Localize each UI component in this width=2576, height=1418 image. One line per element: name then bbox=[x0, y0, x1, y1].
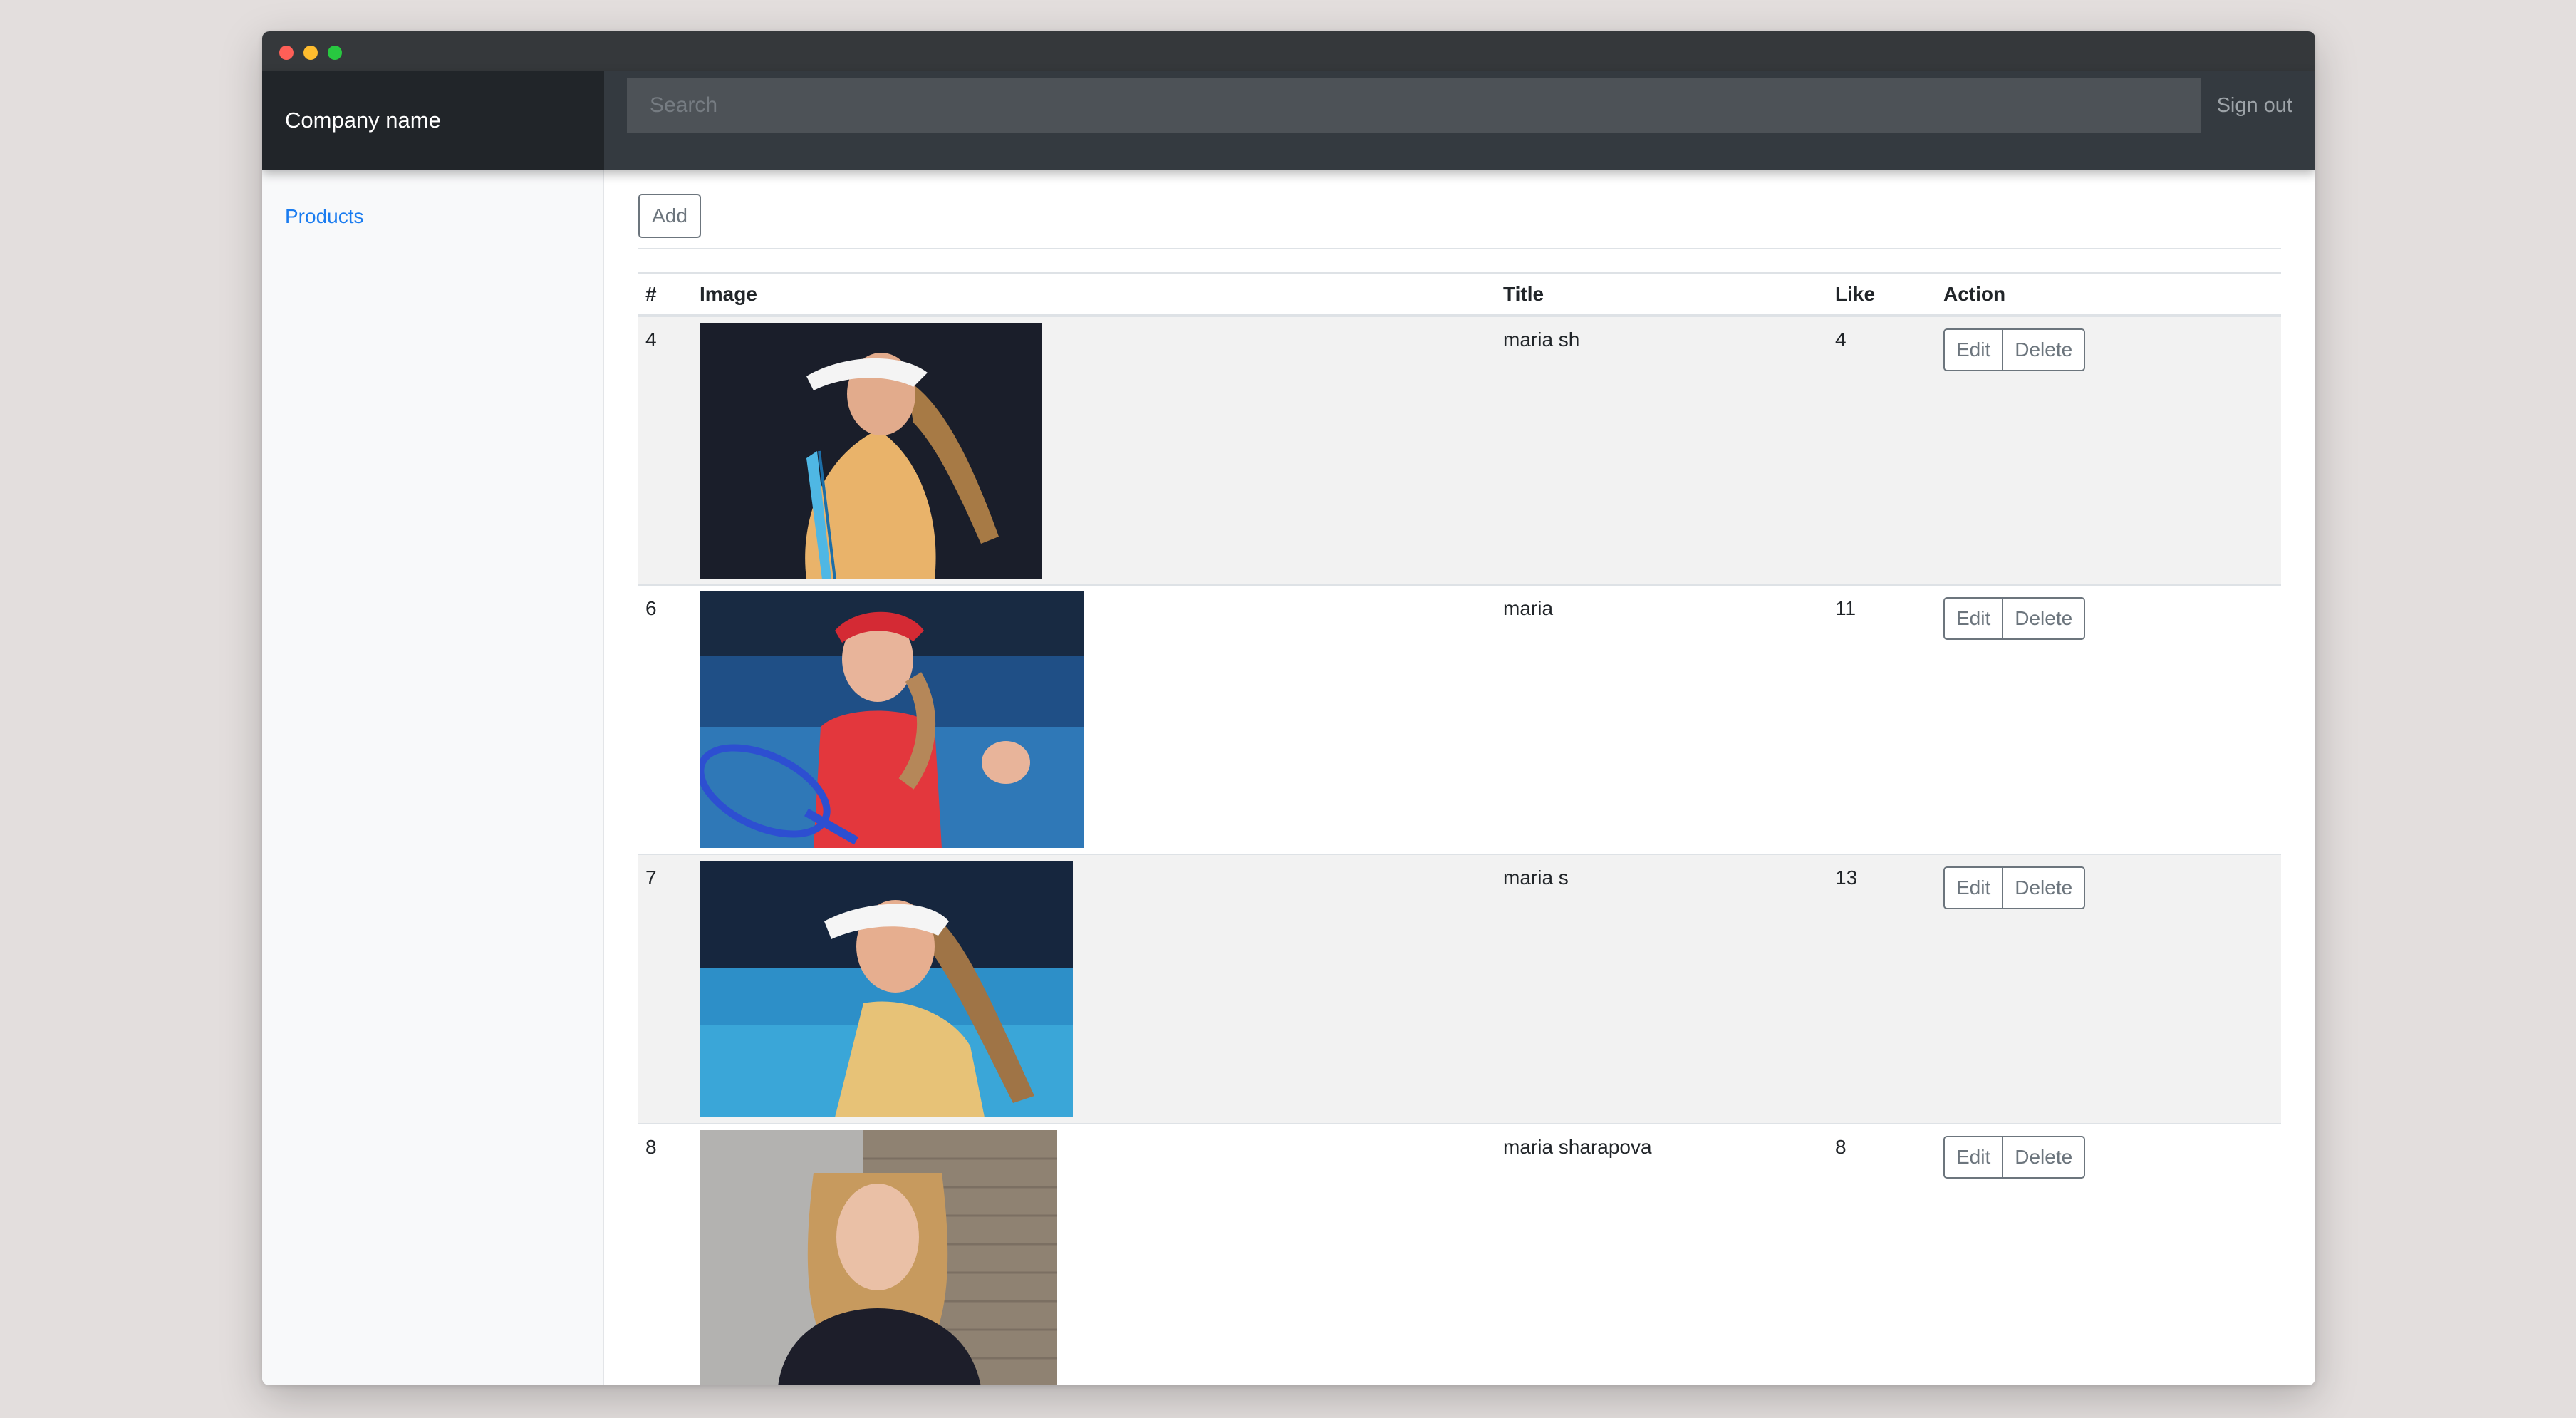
row-like: 11 bbox=[1828, 584, 1936, 854]
edit-button[interactable]: Edit bbox=[1943, 866, 2004, 909]
row-actions: Edit Delete bbox=[1943, 328, 2086, 371]
row-like: 8 bbox=[1828, 1123, 1936, 1385]
header-action: Action bbox=[1936, 272, 2281, 317]
row-id: 8 bbox=[638, 1123, 692, 1385]
browser-window: Company name Sign out Products Add # Ima… bbox=[262, 31, 2315, 1385]
row-title: maria sh bbox=[1496, 315, 1828, 585]
sidebar: Products bbox=[262, 170, 604, 1385]
close-window-icon[interactable] bbox=[279, 46, 294, 60]
main-content: Add # Image Title Like Action 4 maria sh… bbox=[638, 170, 2281, 1385]
row-id: 4 bbox=[638, 315, 692, 585]
edit-button[interactable]: Edit bbox=[1943, 1136, 2004, 1179]
divider bbox=[638, 248, 2281, 249]
sidebar-item-products[interactable]: Products bbox=[285, 205, 364, 228]
row-title: maria s bbox=[1496, 854, 1828, 1124]
row-title: maria sharapova bbox=[1496, 1123, 1828, 1385]
minimize-window-icon[interactable] bbox=[303, 46, 318, 60]
search-input[interactable] bbox=[627, 78, 2201, 133]
product-image bbox=[700, 591, 1084, 848]
product-image bbox=[700, 861, 1073, 1117]
table-header-row: # Image Title Like Action bbox=[638, 272, 2281, 317]
edit-button[interactable]: Edit bbox=[1943, 328, 2004, 371]
header-number: # bbox=[638, 272, 692, 317]
row-like: 13 bbox=[1828, 854, 1936, 1124]
edit-button[interactable]: Edit bbox=[1943, 597, 2004, 640]
header-title: Title bbox=[1496, 272, 1828, 317]
row-actions: Edit Delete bbox=[1943, 1136, 2086, 1179]
header-image: Image bbox=[692, 272, 1496, 317]
row-id: 7 bbox=[638, 854, 692, 1124]
table-row: 6 maria 11 Edit Delete bbox=[638, 584, 2281, 854]
delete-button[interactable]: Delete bbox=[2002, 866, 2086, 909]
row-id: 6 bbox=[638, 584, 692, 854]
top-navbar: Company name Sign out bbox=[262, 71, 2315, 170]
row-actions: Edit Delete bbox=[1943, 866, 2086, 909]
products-table: # Image Title Like Action 4 maria sh 4 E… bbox=[638, 272, 2281, 1385]
table-row: 4 maria sh 4 Edit Delete bbox=[638, 315, 2281, 585]
header-like: Like bbox=[1828, 272, 1936, 317]
product-image bbox=[700, 323, 1042, 579]
window-titlebar bbox=[262, 31, 2315, 71]
row-like: 4 bbox=[1828, 315, 1936, 585]
sign-out-link[interactable]: Sign out bbox=[2217, 71, 2292, 140]
delete-button[interactable]: Delete bbox=[2002, 328, 2086, 371]
brand-name[interactable]: Company name bbox=[262, 71, 604, 170]
delete-button[interactable]: Delete bbox=[2002, 1136, 2086, 1179]
row-title: maria bbox=[1496, 584, 1828, 854]
maximize-window-icon[interactable] bbox=[328, 46, 342, 60]
table-row: 7 maria s 13 Edit Delete bbox=[638, 854, 2281, 1124]
row-actions: Edit Delete bbox=[1943, 597, 2086, 640]
table-row: 8 maria sharapova 8 Edit Delete bbox=[638, 1123, 2281, 1385]
add-button[interactable]: Add bbox=[638, 194, 701, 238]
product-image bbox=[700, 1130, 1057, 1385]
delete-button[interactable]: Delete bbox=[2002, 597, 2086, 640]
